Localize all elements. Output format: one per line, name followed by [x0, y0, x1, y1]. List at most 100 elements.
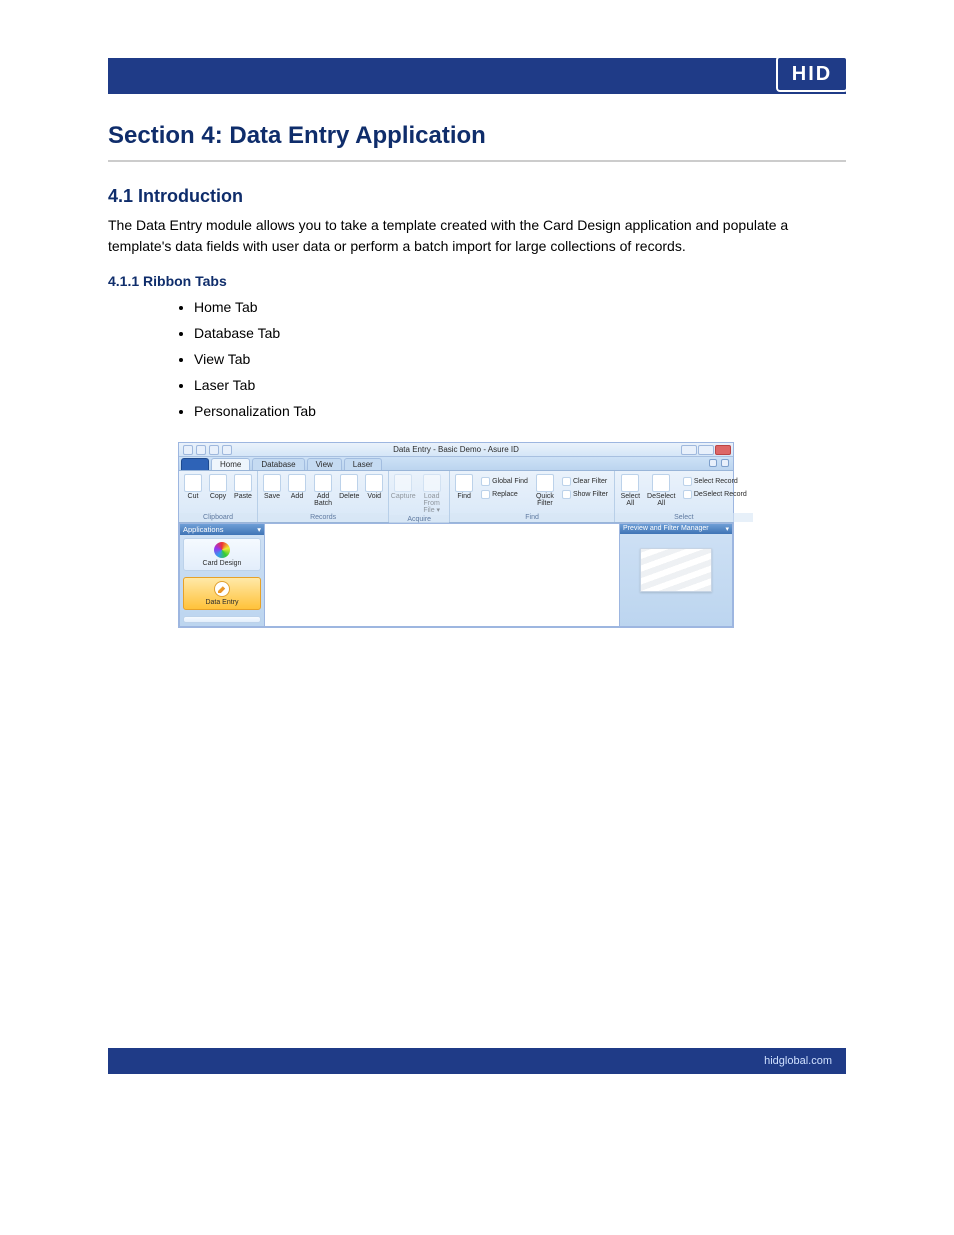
group-label: Clipboard	[179, 513, 257, 522]
qat-print-icon[interactable]	[209, 445, 219, 455]
panel-header: Applications▾	[180, 524, 264, 535]
copy-icon	[209, 474, 227, 492]
section-title: Section 4: Data Entry Application	[108, 122, 846, 150]
capture-button: Capture	[391, 473, 415, 515]
delete-button[interactable]: Delete	[337, 473, 361, 513]
save-icon	[263, 474, 281, 492]
group-label: Select	[615, 513, 753, 522]
clear-filter-icon	[562, 477, 571, 486]
embedded-app-window: Data Entry - Basic Demo - Asure ID Home …	[178, 442, 734, 628]
page-footer-bar: hidglobal.com	[108, 1048, 846, 1074]
void-icon	[365, 474, 383, 492]
clipboard-icon	[234, 474, 252, 492]
ribbon-group-records: Save Add Add Batch Delete Void Records	[258, 471, 389, 522]
load-from-file-button: Load From File ▾	[416, 473, 447, 515]
ribbon-group-find: Find Global Find Replace Quick Filter Cl…	[450, 471, 615, 522]
list-item: Personalization Tab	[194, 399, 846, 425]
help-icon[interactable]	[721, 459, 729, 467]
applications-panel: Applications▾ Card Design Data Entry	[179, 523, 265, 627]
deselect-all-icon	[652, 474, 670, 492]
binoculars-icon	[455, 474, 473, 492]
panel-pin-icon[interactable]: ▾	[725, 525, 729, 533]
void-button[interactable]: Void	[362, 473, 386, 513]
check-icon	[683, 477, 692, 486]
app-data-entry-button[interactable]: Data Entry	[183, 577, 261, 610]
preview-panel: Preview and Filter Manager▾	[619, 523, 733, 627]
ribbon-tabstrip: Home Database View Laser	[179, 457, 733, 471]
ribbon-tabs-list: Home Tab Database Tab View Tab Laser Tab…	[194, 295, 846, 424]
pencil-icon	[214, 581, 230, 597]
show-filter-button[interactable]: Show Filter	[560, 488, 610, 500]
ribbon-group-clipboard: Cut Copy Paste Clipboard	[179, 471, 258, 522]
app-card-design-button[interactable]: Card Design	[183, 538, 261, 571]
globe-icon	[481, 477, 490, 486]
page-header-bar: HID	[108, 58, 846, 94]
close-button[interactable]	[715, 445, 731, 455]
qat-refresh-icon[interactable]	[222, 445, 232, 455]
ribbon-tabs-heading: 4.1.1 Ribbon Tabs	[108, 273, 846, 289]
hid-logo: HID	[776, 56, 848, 92]
app-reports-button[interactable]	[183, 616, 261, 623]
delete-icon	[340, 474, 358, 492]
tab-file[interactable]	[181, 458, 209, 470]
folder-open-icon	[423, 474, 441, 492]
qat-save-icon[interactable]	[196, 445, 206, 455]
quick-access-toolbar[interactable]	[183, 445, 232, 455]
ribbon-group-acquire: Capture Load From File ▾ Acquire	[389, 471, 450, 522]
list-item: Laser Tab	[194, 373, 846, 399]
card-preview	[640, 548, 712, 592]
document-content: Section 4: Data Entry Application 4.1 In…	[108, 122, 846, 628]
replace-icon	[481, 490, 490, 499]
footer-link: hidglobal.com	[764, 1055, 832, 1067]
window-controls[interactable]	[681, 445, 731, 455]
clear-filter-button[interactable]: Clear Filter	[560, 475, 610, 487]
scissors-icon	[184, 474, 202, 492]
cut-button[interactable]: Cut	[181, 473, 205, 513]
canvas-area[interactable]	[265, 523, 619, 627]
add-batch-icon	[314, 474, 332, 492]
add-button[interactable]: Add	[285, 473, 309, 513]
intro-paragraph: The Data Entry module allows you to take…	[108, 215, 846, 257]
tab-view[interactable]: View	[307, 458, 342, 470]
panel-pin-icon[interactable]: ▾	[257, 525, 261, 534]
add-batch-button[interactable]: Add Batch	[310, 473, 336, 513]
panel-header: Preview and Filter Manager▾	[620, 524, 732, 534]
ribbon-group-select: Select All DeSelect All Select Record De…	[615, 471, 753, 522]
save-button[interactable]: Save	[260, 473, 284, 513]
uncheck-icon	[683, 490, 692, 499]
list-item: Database Tab	[194, 321, 846, 347]
color-wheel-icon	[214, 542, 230, 558]
group-label: Find	[450, 513, 614, 522]
replace-button[interactable]: Replace	[479, 488, 530, 500]
add-icon	[288, 474, 306, 492]
qat-back-icon[interactable]	[183, 445, 193, 455]
minimize-button[interactable]	[681, 445, 697, 455]
select-all-button[interactable]: Select All	[617, 473, 644, 513]
window-titlebar[interactable]: Data Entry - Basic Demo - Asure ID	[179, 443, 733, 457]
select-all-icon	[621, 474, 639, 492]
filter-icon	[562, 490, 571, 499]
paste-button[interactable]: Paste	[231, 473, 255, 513]
quick-filter-button[interactable]: Quick Filter	[533, 473, 557, 513]
find-button[interactable]: Find	[452, 473, 476, 513]
section-rule	[108, 160, 846, 162]
camera-icon	[394, 474, 412, 492]
funnel-icon	[536, 474, 554, 492]
deselect-record-button[interactable]: DeSelect Record	[681, 488, 749, 500]
subsection-heading: 4.1 Introduction	[108, 186, 846, 207]
tab-database[interactable]: Database	[252, 458, 304, 470]
select-record-button[interactable]: Select Record	[681, 475, 749, 487]
work-area: Applications▾ Card Design Data Entry Pre…	[179, 523, 733, 627]
list-item: Home Tab	[194, 295, 846, 321]
maximize-button[interactable]	[698, 445, 714, 455]
ribbon: Cut Copy Paste Clipboard Save Add Add Ba…	[179, 471, 733, 523]
group-label: Records	[258, 513, 388, 522]
copy-button[interactable]: Copy	[206, 473, 230, 513]
deselect-all-button[interactable]: DeSelect All	[645, 473, 678, 513]
list-item: View Tab	[194, 347, 846, 373]
window-title: Data Entry - Basic Demo - Asure ID	[393, 445, 519, 454]
tab-laser[interactable]: Laser	[344, 458, 382, 470]
global-find-button[interactable]: Global Find	[479, 475, 530, 487]
ribbon-minimize-icon[interactable]	[709, 459, 717, 467]
tab-home[interactable]: Home	[211, 458, 250, 470]
